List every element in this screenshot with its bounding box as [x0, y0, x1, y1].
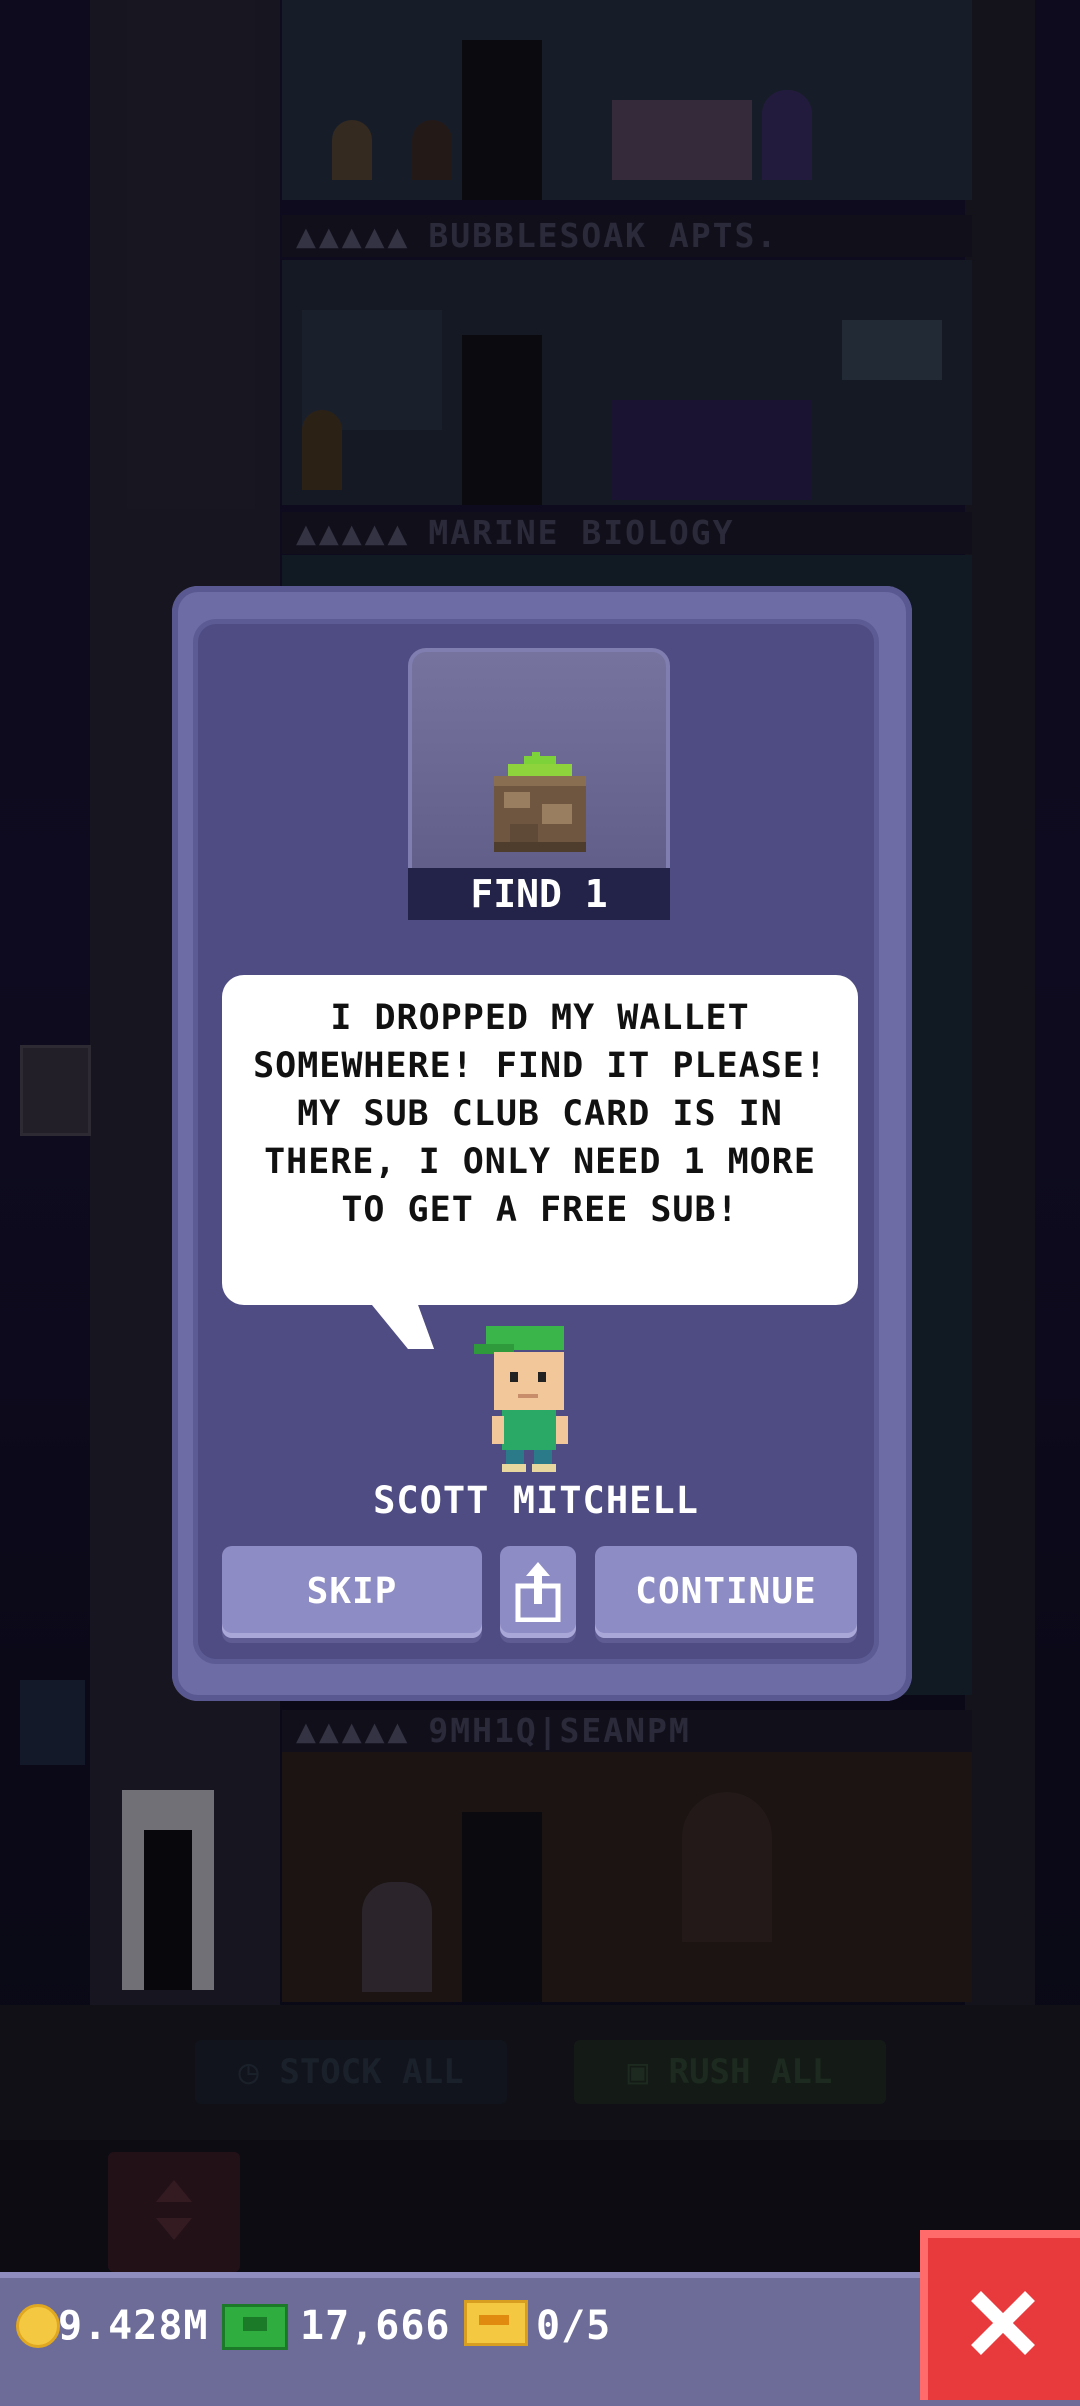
skip-button[interactable]: SKIP: [222, 1546, 482, 1638]
npc-avatar: [474, 1324, 584, 1474]
mission-message: I DROPPED MY WALLET SOMEWHERE! FIND IT P…: [253, 998, 827, 1230]
close-button[interactable]: [920, 2230, 1080, 2400]
ticket-icon: [464, 2300, 528, 2346]
wallet-item-icon: [488, 752, 592, 856]
coin-icon: [16, 2304, 60, 2348]
share-button[interactable]: [500, 1546, 576, 1638]
npc-name: SCOTT MITCHELL: [373, 1479, 699, 1522]
close-icon: [968, 2288, 1038, 2358]
share-icon: [514, 1562, 562, 1623]
bux-count: 17,666: [300, 2303, 451, 2349]
bux-icon: [222, 2304, 288, 2350]
find-count-label: FIND 1: [408, 868, 670, 920]
coin-count: 9.428M: [58, 2303, 209, 2349]
continue-button[interactable]: CONTINUE: [595, 1546, 857, 1638]
ticket-count: 0/5: [536, 2303, 612, 2349]
